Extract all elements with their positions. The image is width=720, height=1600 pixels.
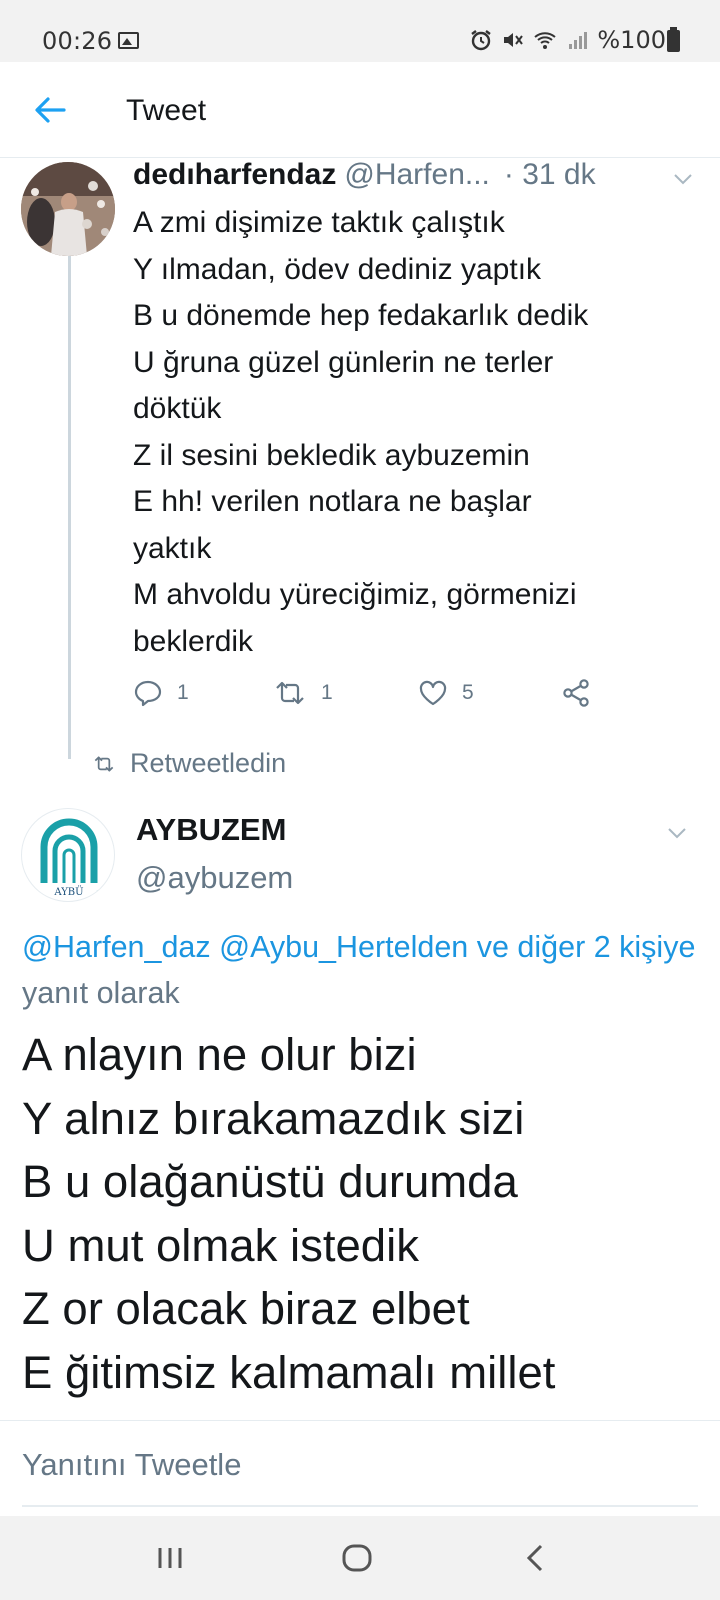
- tweet-text: A nlayın ne olur bizi Y alnız bırakamazd…: [22, 1023, 712, 1421]
- avatar-photo: [21, 162, 115, 256]
- retweet-button[interactable]: 1: [273, 678, 333, 708]
- reply-input[interactable]: Yanıtını Tweetle: [22, 1421, 698, 1507]
- heart-icon: [419, 680, 447, 706]
- reply-context: @Harfen_daz @Aybu_Hertelden ve diğer 2 k…: [22, 924, 702, 1016]
- retweet-indicator: Retweetledin: [92, 748, 286, 779]
- logo-text: AYBÜ: [53, 886, 83, 898]
- tweet-line: B u olağanüstü durumda: [22, 1156, 518, 1207]
- page-title: Tweet: [126, 94, 207, 127]
- chevron-down-icon[interactable]: [672, 168, 694, 190]
- tweet-text: A zmi dişimize taktık çalıştık Y ılmadan…: [133, 200, 693, 665]
- battery-text: %100: [597, 26, 666, 54]
- arrow-left-icon[interactable]: [30, 90, 70, 130]
- battery-icon: [667, 27, 680, 52]
- tweet-line: Z il sesini bekledik aybuzemin: [133, 438, 530, 472]
- tweet-line: E hh! verilen notlara ne başlar: [133, 485, 532, 518]
- signal-icon: [569, 32, 588, 49]
- thread-connector-line: [68, 254, 71, 759]
- tweet-line: U ğruna güzel günlerin ne terler: [133, 345, 554, 379]
- status-bar: 00:26 %100: [0, 0, 720, 62]
- user-handle[interactable]: @Harfen...: [344, 158, 490, 192]
- avatar[interactable]: AYBÜ: [21, 808, 115, 902]
- tweet-line: M ahvoldu yüreciğimiz, görmenizi: [133, 578, 577, 611]
- share-button[interactable]: [561, 678, 591, 708]
- reply-button[interactable]: 1: [133, 678, 189, 708]
- tweet-actions: 1 1 5: [133, 678, 613, 714]
- user-handle[interactable]: @aybuzem: [136, 860, 293, 896]
- wifi-icon: [534, 32, 557, 49]
- status-icons: %100: [469, 26, 666, 54]
- status-time: 00:26: [42, 27, 113, 55]
- retweet-status-label: Retweetledin: [130, 748, 287, 778]
- retweet-icon: [94, 755, 114, 772]
- reply-count: 1: [177, 681, 189, 704]
- reply-composer: Yanıtını Tweetle: [0, 1420, 720, 1516]
- like-button[interactable]: 5: [418, 678, 474, 708]
- home-icon[interactable]: [337, 1538, 377, 1578]
- system-back-icon[interactable]: [515, 1538, 555, 1578]
- chevron-down-icon[interactable]: [666, 822, 688, 844]
- alarm-icon: [471, 30, 492, 51]
- image-icon: [118, 32, 139, 49]
- tweet-timestamp[interactable]: · 31 dk: [504, 158, 596, 192]
- mute-icon: [504, 33, 524, 47]
- tweet-line: yaktık: [133, 531, 212, 565]
- tweet-line: U mut olmak istedik: [22, 1219, 419, 1271]
- recent-apps-icon[interactable]: [150, 1538, 190, 1578]
- display-name[interactable]: dedıharfendaz: [133, 158, 336, 192]
- tweet-line: B u dönemde hep fedakarlık dedik: [133, 299, 589, 332]
- tweet-line: Y ılmadan, ödev dediniz yaptık: [133, 252, 542, 286]
- tweet-line: Y alnız bırakamazdık sizi: [22, 1092, 525, 1144]
- reply-icon: [134, 680, 162, 707]
- tweet-line: Z or olacak biraz elbet: [22, 1283, 470, 1334]
- aybu-logo: AYBÜ: [38, 818, 100, 898]
- tweet-line: döktük: [133, 392, 222, 425]
- tweet-line: A nlayın ne olur bizi: [22, 1029, 417, 1080]
- retweet-icon: [276, 681, 304, 705]
- app-header: Tweet: [0, 62, 720, 158]
- system-nav-bar: [0, 1516, 720, 1600]
- reply-mentions-link[interactable]: @Harfen_daz @Aybu_Hertelden ve diğer 2 k…: [22, 930, 695, 964]
- like-count: 5: [462, 681, 474, 704]
- tweet-header: dedıharfendaz @Harfen... · 31 dk: [133, 158, 693, 198]
- tweet-line: E ğitimsiz kalmamalı millet: [22, 1346, 556, 1398]
- avatar[interactable]: [21, 162, 115, 256]
- tweet-line: beklerdik: [133, 624, 254, 658]
- display-name[interactable]: AYBUZEM: [136, 812, 286, 848]
- reply-context-suffix: yanıt olarak: [22, 976, 180, 1010]
- retweet-count: 1: [321, 681, 333, 704]
- tweet-line: A zmi dişimize taktık çalıştık: [133, 206, 505, 239]
- share-icon: [563, 679, 589, 707]
